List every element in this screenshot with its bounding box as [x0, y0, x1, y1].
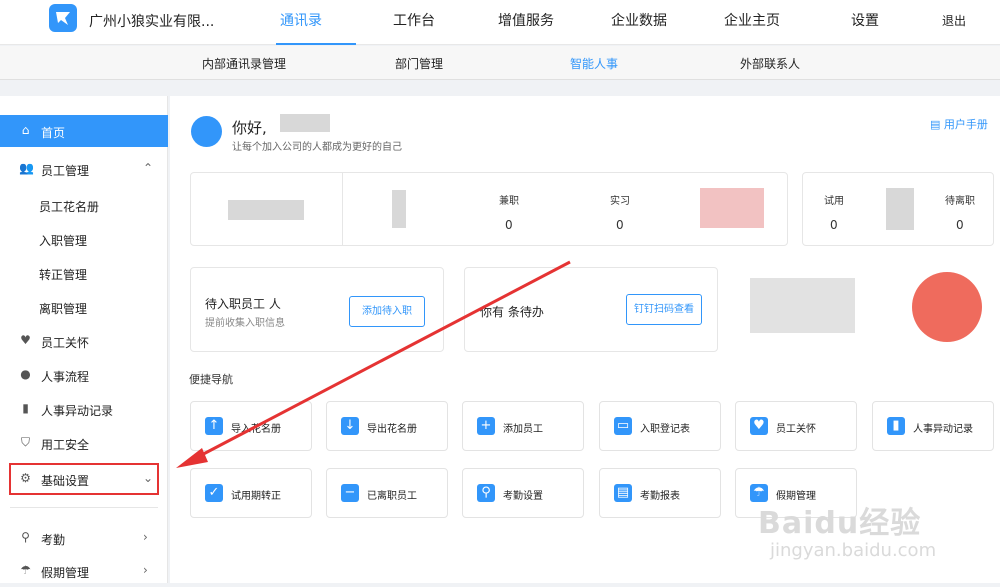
- sub-nav: 内部通讯录管理 部门管理 智能人事 外部联系人: [0, 46, 1000, 80]
- location-icon: ⚲: [477, 484, 495, 502]
- document-person-icon: ▮: [887, 417, 905, 435]
- quick-nav-employee-care[interactable]: ♥ 员工关怀: [735, 401, 857, 451]
- shield-icon: ⛉: [20, 435, 30, 449]
- chevron-right-icon: ›: [143, 563, 148, 577]
- sidebar-item-attendance[interactable]: ⚲ 考勤 ›: [0, 522, 168, 554]
- chevron-up-icon: ⌃: [143, 161, 154, 175]
- tab-workbench[interactable]: 工作台: [393, 10, 435, 30]
- sidebar-item-employee-mgmt[interactable]: 👥 员工管理 ⌃: [0, 153, 168, 185]
- pending-hire-title: 待入职员工 人: [205, 297, 281, 311]
- quick-nav-change-records[interactable]: ▮ 人事异动记录: [872, 401, 994, 451]
- report-icon: ▤: [614, 484, 632, 502]
- download-icon: ↓: [341, 417, 359, 435]
- stat-label-pending-resign: 待离职: [945, 196, 975, 207]
- sidebar-item-change-records[interactable]: ▮ 人事异动记录: [0, 393, 168, 425]
- highlight-box: [9, 463, 159, 495]
- quick-nav-title: 便捷导航: [189, 373, 233, 386]
- tab-settings[interactable]: 设置: [851, 10, 879, 30]
- stat-value-pending-resign: 0: [956, 218, 964, 232]
- pending-hire-subtitle: 提前收集入职信息: [205, 318, 285, 329]
- sidebar-item-hr-process[interactable]: ● 人事流程: [0, 359, 168, 391]
- tab-contacts[interactable]: 通讯录: [280, 10, 322, 30]
- quick-nav-probation-regular[interactable]: ✓ 试用期转正: [190, 468, 312, 518]
- location-icon: ⚲: [21, 530, 30, 544]
- stats-divider: [342, 172, 343, 246]
- baidu-watermark-url: jingyan.baidu.com: [770, 540, 937, 561]
- person-icon: ●: [20, 367, 31, 381]
- stat-label-parttime: 兼职: [499, 196, 519, 207]
- add-user-icon: +: [477, 417, 495, 435]
- user-minus-icon: −: [341, 484, 359, 502]
- blurred-username: [280, 114, 330, 132]
- dingtalk-scan-button[interactable]: 钉钉扫码查看: [626, 294, 702, 325]
- subtab-external-contacts[interactable]: 外部联系人: [740, 55, 800, 72]
- greeting: 你好,: [232, 119, 267, 137]
- document-person-icon: ▮: [22, 401, 29, 415]
- quick-nav-resigned[interactable]: − 已离职员工: [326, 468, 448, 518]
- tagline: 让每个加入公司的人都成为更好的自己: [232, 142, 402, 153]
- tab-enterprise-home[interactable]: 企业主页: [724, 10, 780, 30]
- home-icon: ⌂: [21, 123, 30, 137]
- logout-link[interactable]: 退出: [942, 12, 966, 29]
- subtab-smart-hr[interactable]: 智能人事: [570, 55, 618, 72]
- company-name[interactable]: 广州小狼实业有限...: [89, 11, 214, 31]
- sidebar-item-home[interactable]: ⌂ 首页: [0, 115, 168, 147]
- sidebar-item-care[interactable]: ♥ 员工关怀: [0, 325, 168, 357]
- users-icon: 👥: [19, 161, 34, 175]
- blurred-stat: [700, 188, 764, 228]
- sidebar-divider: [10, 507, 158, 508]
- active-tab-indicator: [276, 43, 356, 45]
- quick-nav-import-roster[interactable]: ↑ 导入花名册: [190, 401, 312, 451]
- stat-label-probation: 试用: [824, 196, 844, 207]
- upload-icon: ↑: [205, 417, 223, 435]
- stat-label-intern: 实习: [610, 196, 630, 207]
- stat-value-intern: 0: [616, 218, 624, 232]
- tab-enterprise-data[interactable]: 企业数据: [611, 10, 667, 30]
- avatar: [191, 116, 222, 147]
- app-logo-icon[interactable]: [49, 4, 77, 32]
- quick-nav-add-employee[interactable]: + 添加员工: [462, 401, 584, 451]
- blurred-banner-image: [912, 272, 982, 342]
- form-icon: ▭: [614, 417, 632, 435]
- user-check-icon: ✓: [205, 484, 223, 502]
- sidebar-sub-onboarding[interactable]: 入职管理: [39, 232, 87, 249]
- chevron-right-icon: ›: [143, 530, 148, 544]
- quick-nav-attendance-report[interactable]: ▤ 考勤报表: [599, 468, 721, 518]
- sidebar-item-employment-safety[interactable]: ⛉ 用工安全: [0, 427, 168, 459]
- book-icon: ▤: [930, 118, 944, 131]
- subtab-internal-contacts[interactable]: 内部通讯录管理: [202, 55, 286, 72]
- sidebar-item-leave[interactable]: ☂ 假期管理 ›: [0, 555, 168, 587]
- heart-icon: ♥: [750, 417, 768, 435]
- blurred-stat: [392, 190, 406, 228]
- heart-icon: ♥: [20, 333, 31, 347]
- top-nav: 广州小狼实业有限... 通讯录 工作台 增值服务 企业数据 企业主页 设置 退出: [0, 0, 1000, 45]
- stat-value-parttime: 0: [505, 218, 513, 232]
- stat-value-probation: 0: [830, 218, 838, 232]
- quick-nav-onboarding-form[interactable]: ▭ 入职登记表: [599, 401, 721, 451]
- blurred-stat: [228, 200, 304, 220]
- blurred-banner: [750, 278, 855, 333]
- add-pending-hire-button[interactable]: 添加待入职: [349, 296, 425, 327]
- quick-nav-export-roster[interactable]: ↓ 导出花名册: [326, 401, 448, 451]
- blurred-stat: [886, 188, 914, 230]
- tab-value-added[interactable]: 增值服务: [498, 10, 554, 30]
- todo-title: 你有 条待办: [480, 305, 544, 319]
- baidu-watermark: Baidu经验: [758, 506, 922, 541]
- user-manual-link[interactable]: ▤ 用户手册: [930, 116, 988, 132]
- sidebar-sub-roster[interactable]: 员工花名册: [39, 198, 99, 215]
- sidebar-sub-resignation[interactable]: 离职管理: [39, 300, 87, 317]
- subtab-departments[interactable]: 部门管理: [395, 55, 443, 72]
- sidebar-sub-regularization[interactable]: 转正管理: [39, 266, 87, 283]
- quick-nav-attendance-settings[interactable]: ⚲ 考勤设置: [462, 468, 584, 518]
- umbrella-icon: ☂: [20, 563, 31, 577]
